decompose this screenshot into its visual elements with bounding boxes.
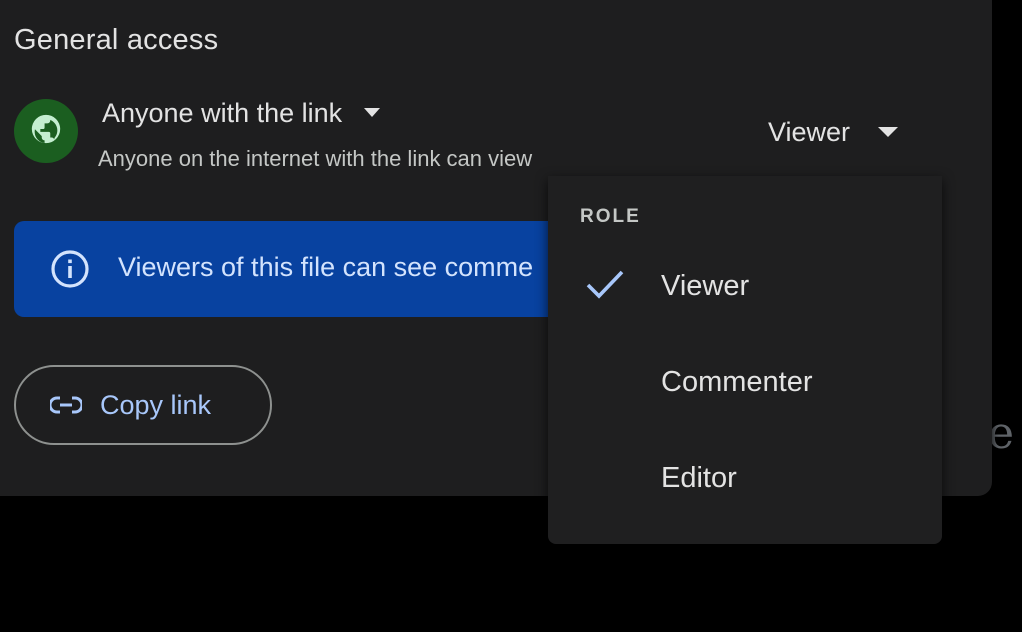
info-banner-text: Viewers of this file can see comme	[118, 252, 534, 282]
role-option-label: Commenter	[661, 366, 813, 398]
general-access-title: General access	[14, 24, 219, 56]
access-level-label: Anyone with the link	[102, 97, 343, 128]
role-option-viewer[interactable]: Viewer	[548, 240, 942, 336]
role-dropdown-label: Viewer	[768, 116, 851, 147]
role-option-label: Editor	[661, 462, 737, 494]
info-banner: Viewers of this file can see comme	[14, 221, 574, 317]
copy-link-button[interactable]: Copy link	[14, 365, 272, 445]
globe-icon	[29, 112, 63, 151]
dropdown-caret-icon	[364, 108, 381, 118]
access-description: Anyone on the internet with the link can…	[98, 146, 533, 171]
role-menu-header: ROLE	[580, 206, 641, 227]
info-icon	[50, 249, 90, 294]
dropdown-caret-icon	[878, 126, 899, 138]
access-level-dropdown[interactable]: Anyone with the link	[102, 94, 381, 132]
link-icon	[50, 396, 82, 414]
globe-badge	[14, 99, 78, 163]
checkmark-icon	[586, 268, 624, 305]
role-dropdown[interactable]: Viewer	[768, 112, 899, 152]
role-option-editor[interactable]: Editor	[548, 432, 942, 528]
role-option-label: Viewer	[661, 270, 750, 302]
role-option-commenter[interactable]: Commenter	[548, 336, 942, 432]
copy-link-label: Copy link	[100, 389, 212, 420]
role-menu: ROLE Viewer Commenter Editor	[548, 176, 942, 544]
